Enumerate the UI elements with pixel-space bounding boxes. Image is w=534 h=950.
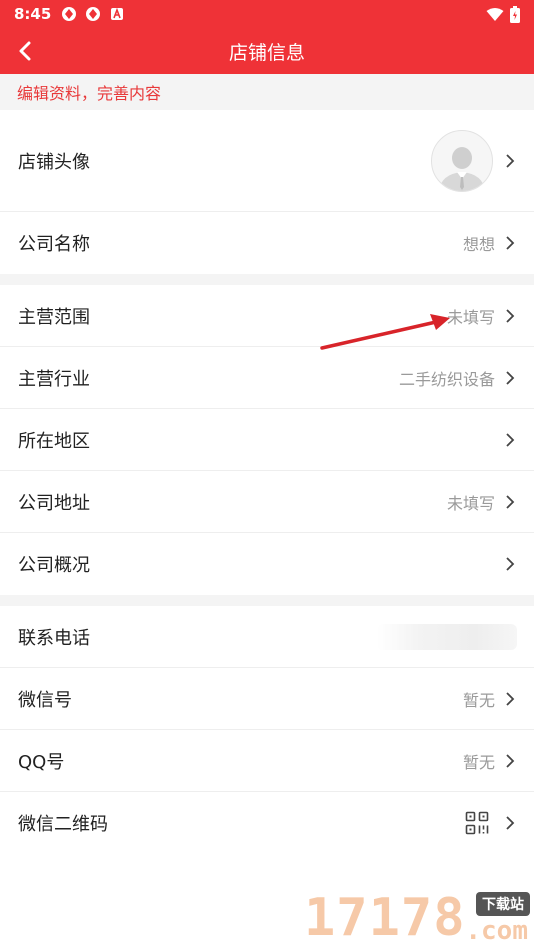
row-label: 主营范围 (18, 306, 90, 328)
chevron-right-icon (506, 691, 515, 706)
row-label: 微信号 (18, 689, 72, 711)
row-qq[interactable]: QQ号 暂无 (0, 730, 534, 792)
avatar[interactable] (431, 129, 493, 192)
row-value: 二手纺织设备 (398, 369, 495, 389)
chevron-right-icon (506, 370, 515, 385)
section-divider (0, 274, 534, 285)
row-contact-phone[interactable]: 联系电话 (0, 606, 534, 668)
row-label: 微信二维码 (18, 814, 108, 835)
row-company-overview[interactable]: 公司概况 (0, 533, 534, 595)
app-notification-icon (62, 7, 77, 21)
row-company-name[interactable]: 公司名称 想想 (0, 212, 534, 274)
row-wechat-qr[interactable]: 微信二维码 (0, 792, 534, 854)
watermark-suffix: .com (465, 916, 528, 946)
row-company-address[interactable]: 公司地址 未填写 (0, 471, 534, 533)
site-watermark: 17178 下载站 .com (304, 888, 534, 950)
row-label: 店铺头像 (18, 151, 90, 173)
row-label: 所在地区 (18, 430, 90, 452)
chevron-right-icon (506, 816, 515, 830)
chevron-right-icon (506, 557, 515, 571)
chevron-right-icon (506, 308, 515, 323)
row-store-avatar[interactable]: 店铺头像 (0, 110, 534, 212)
status-time: 8:45 (14, 5, 52, 23)
row-value: 未填写 (446, 307, 495, 327)
default-person-icon (439, 146, 485, 191)
blurred-phone-value (377, 623, 517, 650)
qr-code-icon (465, 811, 489, 835)
battery-icon (510, 5, 520, 23)
row-value: 暂无 (462, 690, 495, 710)
chevron-right-icon (506, 153, 515, 168)
chevron-right-icon (506, 494, 515, 509)
back-arrow-icon[interactable] (12, 37, 40, 65)
watermark-number: 17178 (304, 888, 466, 948)
chevron-right-icon (506, 753, 515, 768)
row-wechat-id[interactable]: 微信号 暂无 (0, 668, 534, 730)
chevron-right-icon (506, 432, 515, 447)
edit-tip-banner: 编辑资料，完善内容 (0, 74, 534, 110)
row-label: 公司名称 (18, 234, 90, 255)
row-label: 公司概况 (18, 555, 90, 576)
app-notification-icon (86, 7, 101, 21)
watermark-badge: 下载站 (476, 892, 530, 916)
navigation-bar: 店铺信息 (0, 28, 534, 74)
row-label: 公司地址 (18, 492, 90, 514)
row-main-scope[interactable]: 主营范围 未填写 (0, 285, 534, 347)
row-region[interactable]: 所在地区 (0, 409, 534, 471)
row-label: QQ号 (18, 751, 65, 773)
row-label: 主营行业 (18, 368, 90, 390)
row-main-industry[interactable]: 主营行业 二手纺织设备 (0, 347, 534, 409)
text-notification-icon (111, 7, 124, 20)
section-divider (0, 595, 534, 606)
row-value: 想想 (462, 235, 495, 254)
row-value: 暂无 (462, 752, 495, 772)
wifi-icon (486, 7, 504, 21)
status-bar: 8:45 (0, 0, 534, 28)
row-label: 联系电话 (18, 627, 90, 649)
chevron-right-icon (506, 236, 515, 250)
row-value: 未填写 (446, 493, 495, 513)
page-title: 店铺信息 (228, 41, 305, 64)
